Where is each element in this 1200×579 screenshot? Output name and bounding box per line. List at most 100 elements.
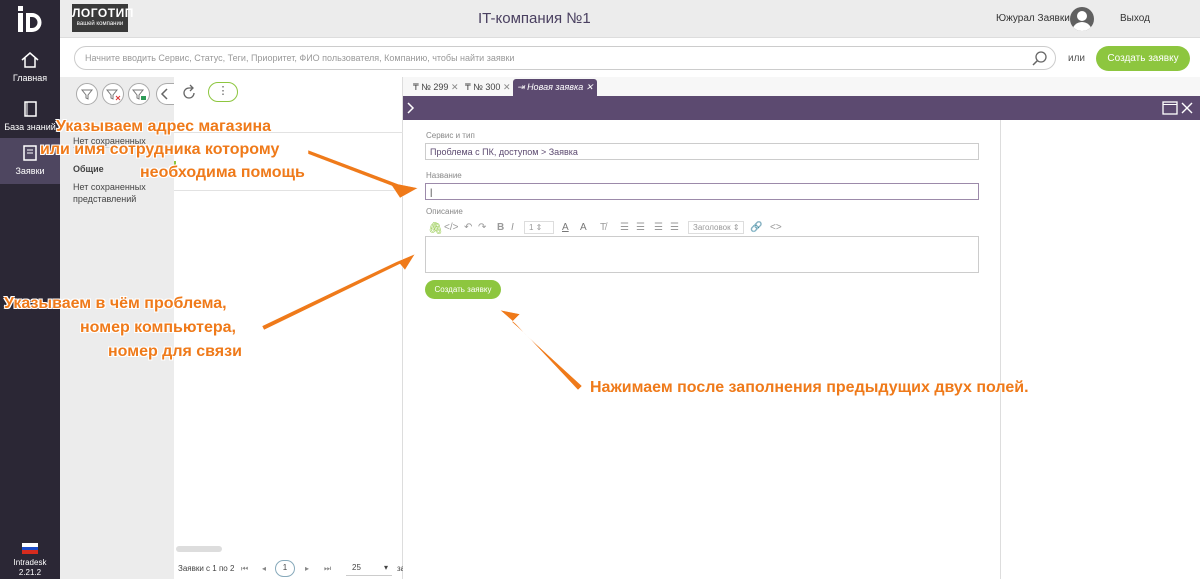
sidebar-item-label: База знаний (4, 122, 56, 132)
font-size-value: 1 (529, 223, 534, 232)
pagination: Заявки с 1 по 2 ⏮ ◂ 1 ▸ ⏭ 25 ▾ за (178, 560, 405, 577)
bold-icon[interactable]: B (497, 220, 504, 236)
first-page-icon[interactable]: ⏮ (241, 564, 248, 574)
title-input[interactable]: | (425, 183, 979, 200)
description-label: Описание (426, 207, 463, 216)
annotation-1-line-3: необходима помощь (140, 164, 305, 181)
search-input[interactable] (85, 51, 1015, 65)
clear-format-icon[interactable]: T̸ (600, 220, 606, 236)
numbered-list-icon[interactable]: ☰ (636, 220, 645, 236)
redo-icon[interactable]: ↷ (478, 220, 486, 236)
refresh-icon[interactable] (180, 84, 198, 102)
undo-icon[interactable]: ↶ (464, 220, 472, 236)
sidebar-item-home[interactable]: Главная (0, 50, 60, 96)
filter-save-icon (131, 89, 146, 100)
search-icon[interactable] (1031, 50, 1049, 68)
tab-label: № 300 (473, 82, 501, 92)
ticket-panel-header (403, 96, 1200, 120)
or-label: или (1068, 53, 1086, 64)
save-filter-button[interactable] (128, 83, 150, 105)
user-icon (1072, 11, 1092, 31)
source-icon[interactable]: <> (770, 220, 782, 236)
filter-clear-icon (105, 89, 121, 101)
next-page-icon[interactable]: ▸ (305, 564, 309, 573)
annotation-3: Нажимаем после заполнения предыдущих дву… (590, 379, 1029, 396)
home-icon (21, 52, 39, 68)
section-general[interactable]: Общие (73, 164, 104, 174)
brand-name: Intradesk (13, 558, 47, 567)
tab-300[interactable]: ₸ № 300 ✕ (461, 79, 514, 96)
code-view-icon[interactable]: </> (444, 220, 458, 236)
link-icon[interactable]: 🔗 (750, 220, 762, 236)
heading-select-value: Заголовок (693, 223, 731, 232)
logo-main-text: ЛОГОТИП (72, 6, 134, 20)
sidebar: Главная База знаний Заявки Intradesk 2.2… (0, 0, 60, 579)
logout-link[interactable]: Выход (1120, 13, 1150, 24)
more-menu-button[interactable]: ⋮ (208, 82, 238, 102)
avatar[interactable] (1070, 7, 1094, 31)
title-label: Название (426, 171, 462, 180)
company-title: IT-компания №1 (478, 10, 591, 27)
annotation-1-line-2: или имя сотрудника которому (40, 141, 280, 158)
italic-icon[interactable]: I (511, 220, 514, 236)
current-page[interactable]: 1 (275, 560, 295, 577)
outdent-icon[interactable]: ☰ (654, 220, 663, 236)
sidebar-item-label: Главная (12, 73, 48, 83)
tab-label: Новая заявка (527, 82, 584, 92)
submit-ticket-button[interactable]: Создать заявку (425, 280, 501, 299)
pager-range-text: Заявки с 1 по 2 (178, 564, 235, 573)
page-size-select[interactable]: 25 ▾ (346, 560, 392, 576)
filter-button[interactable] (76, 83, 98, 105)
collapse-panel-button[interactable] (156, 83, 174, 105)
heading-select[interactable]: Заголовок ⇕ (688, 221, 744, 234)
user-name[interactable]: Южурал Заявки (996, 13, 1070, 24)
last-page-icon[interactable]: ⏭ (324, 564, 331, 574)
close-icon[interactable]: ✕ (451, 82, 459, 92)
bullet-list-icon[interactable]: ☰ (620, 220, 629, 236)
app-logo-icon[interactable] (18, 6, 44, 32)
attach-icon[interactable]: 🖇 (428, 220, 443, 236)
annotation-2-line-3: номер для связи (108, 343, 242, 360)
language-flag-icon[interactable] (22, 543, 38, 555)
no-saved-views-text: Нет сохраненных представлений (73, 182, 146, 204)
divider (174, 190, 403, 191)
chevron-down-icon: ▾ (383, 563, 388, 572)
annotation-2-line-2: номер компьютера, (80, 319, 236, 336)
indent-icon[interactable]: ☰ (670, 220, 679, 236)
brand-version: 2.21.2 (18, 568, 42, 577)
sidebar-item-label: Заявки (15, 166, 45, 176)
book-icon (24, 101, 37, 117)
clear-filter-button[interactable] (102, 83, 124, 105)
tab-label: № 299 (421, 82, 449, 92)
chevron-right-icon[interactable] (405, 101, 417, 115)
prev-page-icon[interactable]: ◂ (262, 564, 266, 573)
filter-icon (80, 89, 94, 100)
horizontal-scrollbar[interactable] (176, 546, 222, 552)
search-bar (74, 46, 1056, 70)
close-icon[interactable]: ✕ (503, 82, 511, 92)
text-color-icon[interactable]: A (562, 220, 569, 236)
service-label: Сервис и тип (426, 131, 475, 140)
pin-icon: ₸ (465, 82, 471, 92)
close-icon[interactable] (1180, 101, 1194, 115)
annotation-1-line-1: Указываем адрес магазина (56, 118, 272, 135)
tab-299[interactable]: ₸ № 299 ✕ (409, 79, 462, 96)
more-icon: ⋮ (217, 85, 229, 97)
description-input[interactable] (425, 236, 979, 273)
maximize-icon[interactable] (1162, 101, 1178, 115)
close-icon[interactable]: ✕ (586, 82, 594, 92)
pin-icon: ₸ (413, 82, 419, 92)
font-size-select[interactable]: 1 ⇕ (524, 221, 554, 234)
service-field[interactable]: Проблема с ПК, доступом > Заявка (425, 143, 979, 160)
pin-icon: ⇥ (517, 82, 525, 92)
create-ticket-button[interactable]: Создать заявку (1096, 46, 1190, 71)
tab-new-ticket[interactable]: ⇥ Новая заявка ✕ (513, 79, 598, 96)
page-size-value: 25 (352, 563, 361, 572)
tickets-icon (23, 145, 37, 161)
highlight-icon[interactable]: A (580, 220, 587, 236)
brand: Intradesk 2.21.2 (0, 558, 60, 578)
company-logo: ЛОГОТИП вашей компании (72, 4, 134, 32)
logo-sub-text: вашей компании (76, 21, 124, 27)
chevron-left-icon (160, 88, 168, 100)
annotation-2-line-1: Указываем в чём проблема, (4, 295, 227, 312)
